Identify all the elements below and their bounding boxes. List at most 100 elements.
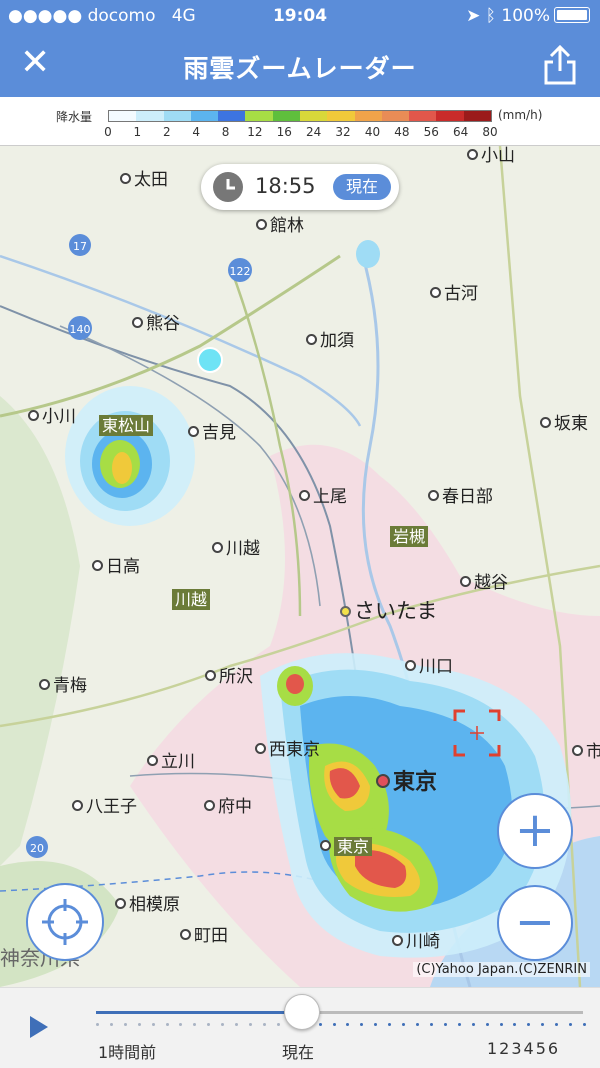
timeline-tick (402, 1023, 406, 1026)
legend-color-swatch (299, 111, 328, 121)
place-label: 市 (572, 742, 600, 762)
place-label: 町田 (180, 926, 228, 946)
place-label: 加須 (306, 331, 354, 351)
legend-tick: 16 (276, 125, 292, 139)
location-arrow-icon: ➤ (466, 6, 481, 26)
legend-color-scale (108, 110, 492, 122)
place-label: 立川 (147, 752, 195, 772)
legend-label: 降水量 (56, 110, 93, 124)
legend-tick: 56 (423, 125, 439, 139)
timeline-tick (360, 1023, 364, 1026)
timeline-tick (555, 1023, 559, 1026)
timeline-tick (235, 1023, 239, 1026)
timeline-tick (485, 1023, 489, 1026)
route-shield: 122 (228, 258, 252, 282)
legend-color-swatch (327, 111, 355, 121)
station-label: 岩槻 (390, 526, 429, 547)
legend-tick: 12 (247, 125, 263, 139)
legend-ticks: 0 1 2 4 8 12 16 24 32 40 48 56 64 80 (0, 125, 600, 141)
bluetooth-icon: ᛒ (485, 6, 496, 26)
capital-label: さいたま (340, 601, 437, 622)
svg-text:20: 20 (30, 842, 44, 855)
nav-bar: ✕ 雨雲ズームレーダー (0, 33, 600, 97)
timeline-now-label: 現在 (282, 1043, 315, 1062)
place-label: 熊谷 (132, 314, 180, 334)
capital-label: 東京 (376, 772, 437, 794)
place-label: 青梅 (39, 676, 87, 696)
clock-icon (213, 172, 243, 202)
locate-button[interactable] (26, 883, 104, 961)
legend-color-swatch (245, 111, 273, 121)
timeline-slider-knob[interactable] (283, 994, 320, 1030)
svg-text:17: 17 (73, 240, 87, 253)
road (0, 254, 341, 418)
legend-color-swatch (381, 111, 410, 121)
route-shield: 140 (68, 316, 92, 340)
crosshair-icon (42, 899, 88, 945)
timeline-tick (374, 1023, 378, 1026)
place-label: 越谷 (460, 573, 508, 593)
zoom-out-button[interactable]: − (497, 885, 573, 961)
precipitation-legend: 降水量 (mm/h) 0 1 2 4 8 12 16 24 32 40 48 56 64 80 (0, 97, 600, 146)
timeline-tick (583, 1023, 586, 1026)
timeline-ticks (96, 1023, 586, 1027)
place-label: 太田 (120, 170, 168, 190)
legend-color-swatch (190, 111, 219, 121)
timeline-tick (207, 1023, 211, 1026)
station-label: 川越 (172, 589, 211, 610)
legend-unit: (mm/h) (498, 108, 543, 122)
legend-color-swatch (136, 111, 164, 121)
legend-tick: 24 (306, 125, 322, 139)
timeline-tick (137, 1023, 141, 1026)
now-badge: 現在 (333, 174, 391, 200)
battery-percent: 100% (501, 6, 550, 26)
timeline-tick (262, 1023, 266, 1026)
place-label: 府中 (204, 797, 252, 817)
legend-tick: 80 (482, 125, 498, 139)
legend-tick: 1 (133, 125, 142, 139)
play-button[interactable] (30, 1016, 48, 1038)
svg-text:140: 140 (70, 323, 91, 336)
page-title: 雨雲ズームレーダー (183, 54, 417, 83)
legend-color-swatch (354, 111, 382, 121)
timeline-tick (569, 1023, 573, 1026)
map-base: 17 122 140 20 (0, 146, 600, 987)
legend-color-swatch (163, 111, 191, 121)
place-label: 日高 (92, 557, 140, 577)
place-label: 上尾 (299, 487, 347, 507)
timeline-tick (221, 1023, 225, 1026)
place-label: 吉見 (188, 423, 236, 443)
radar-time: 18:55 (255, 174, 316, 198)
timeline-tick (541, 1023, 545, 1026)
timeline-track[interactable] (96, 1011, 583, 1014)
timeline-tick (123, 1023, 127, 1026)
user-location-dot (197, 347, 223, 373)
timeline-tick (151, 1023, 155, 1026)
map-copyright: (C)Yahoo Japan.(C)ZENRIN (413, 962, 590, 977)
place-label: 八王子 (72, 797, 137, 817)
timeline-tick (513, 1023, 517, 1026)
timeline-tick (346, 1023, 350, 1026)
legend-tick: 64 (452, 125, 469, 139)
place-label: 館林 (256, 216, 304, 236)
timeline-progress (96, 1011, 301, 1014)
time-badge[interactable]: 18:55 現在 (201, 164, 399, 210)
share-icon[interactable] (542, 43, 578, 87)
zoom-in-button[interactable]: + (497, 793, 573, 869)
radar-map[interactable]: 17 122 140 20 太田 小山 館林 古河 熊谷 加須 小川 東松山 吉… (0, 146, 600, 987)
place-label: 春日部 (428, 487, 493, 507)
timeline-tick (193, 1023, 197, 1026)
route-shield: 20 (26, 836, 48, 858)
place-label: 所沢 (205, 667, 253, 687)
rain-cell-small (356, 240, 380, 268)
place-label: 坂東 (540, 414, 588, 434)
place-label: 小川 (28, 407, 76, 427)
timeline-start-label: 1時間前 (98, 1043, 157, 1062)
legend-tick: 48 (394, 125, 410, 139)
timeline-tick (96, 1023, 99, 1026)
timeline-tick (429, 1023, 433, 1026)
legend-color-swatch (109, 111, 137, 121)
timeline-tick (416, 1023, 420, 1026)
battery-icon (554, 7, 590, 23)
place-label: 東京 (320, 836, 373, 857)
